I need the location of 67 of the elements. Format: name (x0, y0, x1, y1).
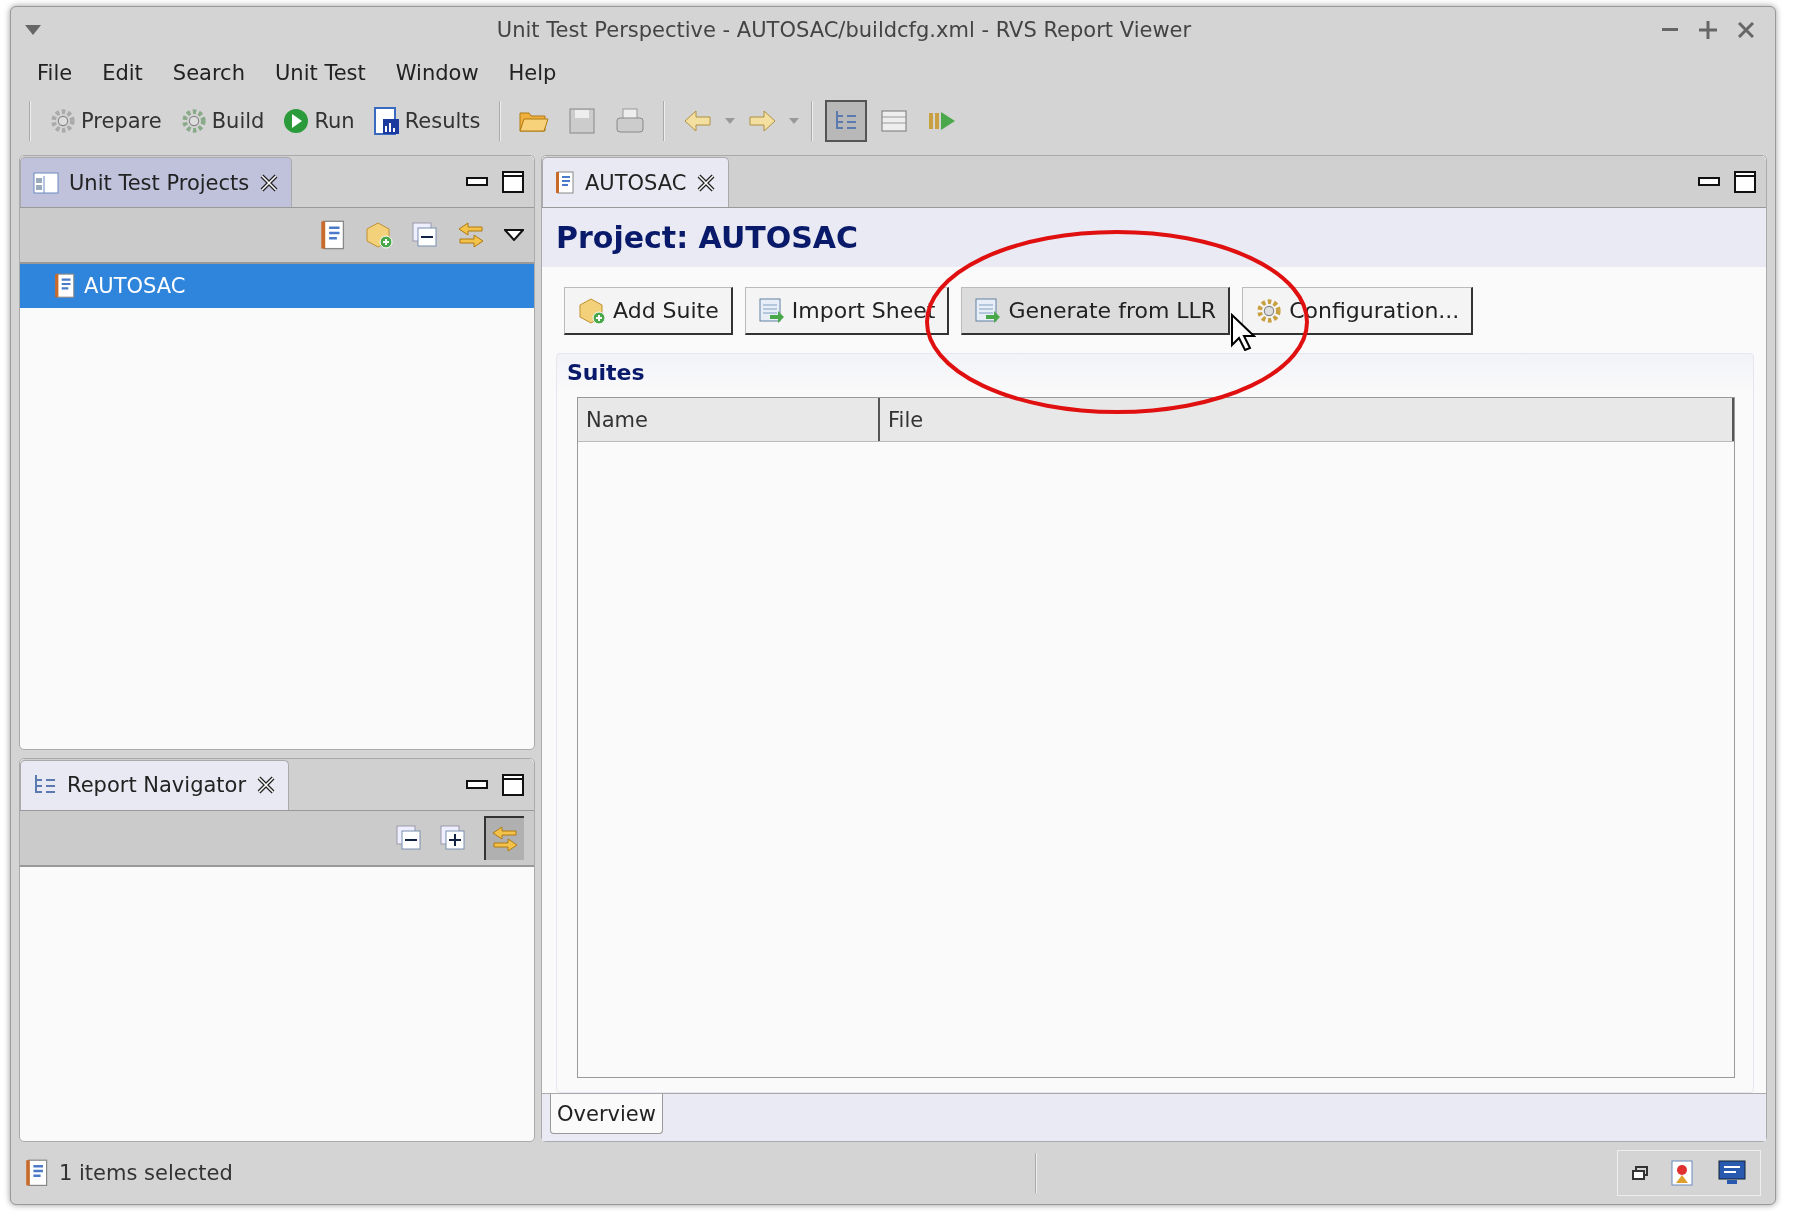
document-icon (25, 1159, 49, 1187)
close-icon[interactable] (256, 775, 277, 796)
new-document-icon (320, 220, 346, 250)
tree-item[interactable]: AUTOSAC (20, 264, 534, 308)
play-forward-icon (926, 109, 957, 133)
panel-tab[interactable]: Report Navigator (20, 759, 290, 810)
printer-icon (615, 108, 644, 134)
panel-layout-icon (33, 171, 59, 194)
collapse-all-icon (396, 824, 422, 851)
expand-all-icon (440, 824, 466, 851)
tree-item-label: AUTOSAC (84, 274, 186, 298)
menu-item[interactable]: File (25, 57, 87, 89)
report-icon[interactable] (1670, 1159, 1696, 1187)
toolbar-button[interactable]: Prepare (43, 103, 168, 139)
action-button[interactable]: Generate from LLR (961, 287, 1231, 335)
menu-item[interactable]: Unit Test (262, 57, 380, 89)
left-arrow-icon (683, 110, 712, 132)
menu-item[interactable]: Help (496, 57, 571, 89)
play-icon (282, 107, 311, 135)
bottom-tab[interactable]: Overview (550, 1094, 663, 1134)
toolbar-button[interactable]: Build (173, 103, 271, 139)
dropdown-arrow-icon[interactable] (25, 25, 41, 35)
gear-icon (49, 107, 77, 135)
panel-tab[interactable]: Unit Test Projects (20, 157, 293, 207)
link-editor-button[interactable] (484, 815, 524, 860)
right-arrow-icon (747, 110, 776, 132)
document-icon (555, 171, 575, 194)
minimize-icon[interactable] (466, 779, 488, 790)
action-button[interactable]: Add Suite (564, 287, 733, 335)
swap-arrows-icon (456, 220, 486, 250)
window-title: Unit Test Perspective - AUTOSAC/buildcfg.xml - RVS Report Viewer (495, 18, 1193, 42)
menu-item[interactable]: Edit (90, 57, 157, 89)
minimize-icon[interactable] (466, 177, 488, 187)
document-icon (54, 273, 76, 299)
sheet-arrow-icon (757, 296, 786, 325)
panel-title: Report Navigator (67, 773, 247, 798)
plus-icon[interactable] (1699, 21, 1717, 39)
view-toggle-button[interactable] (824, 100, 867, 142)
menu-item[interactable]: Window (383, 57, 493, 89)
close-icon[interactable] (259, 172, 280, 193)
column-header[interactable]: Name (578, 398, 880, 441)
swap-arrows-icon (490, 823, 520, 854)
column-header[interactable]: File (880, 398, 1734, 441)
table-view-icon (880, 109, 907, 133)
mouse-pointer-icon (1230, 313, 1256, 351)
maximize-icon[interactable] (1734, 171, 1756, 193)
page-heading: Project: AUTOSAC (542, 208, 1766, 267)
panel-title: Unit Test Projects (69, 170, 250, 195)
maximize-icon[interactable] (502, 171, 524, 193)
monitor-icon[interactable] (1718, 1160, 1746, 1186)
editor-tab[interactable]: AUTOSAC (542, 157, 730, 207)
bar-chart-document-icon (372, 107, 401, 135)
status-text: 1 items selected (59, 1161, 234, 1185)
menu-item[interactable]: Search (160, 57, 259, 89)
section-title: Suites (566, 359, 646, 387)
package-add-icon (364, 220, 394, 250)
maximize-icon[interactable] (502, 773, 524, 796)
close-icon[interactable] (696, 172, 717, 193)
sheet-arrow-icon (974, 296, 1003, 325)
editor-tab-label: AUTOSAC (585, 170, 687, 195)
folder-icon (518, 109, 549, 133)
toolbar-button[interactable]: Run (276, 103, 361, 139)
toolbar-button[interactable]: Results (366, 103, 487, 139)
view-menu-icon[interactable] (504, 229, 524, 241)
collapse-all-icon (412, 222, 438, 248)
minimize-icon[interactable] (1698, 177, 1720, 187)
restore-icon[interactable] (1632, 1166, 1648, 1180)
